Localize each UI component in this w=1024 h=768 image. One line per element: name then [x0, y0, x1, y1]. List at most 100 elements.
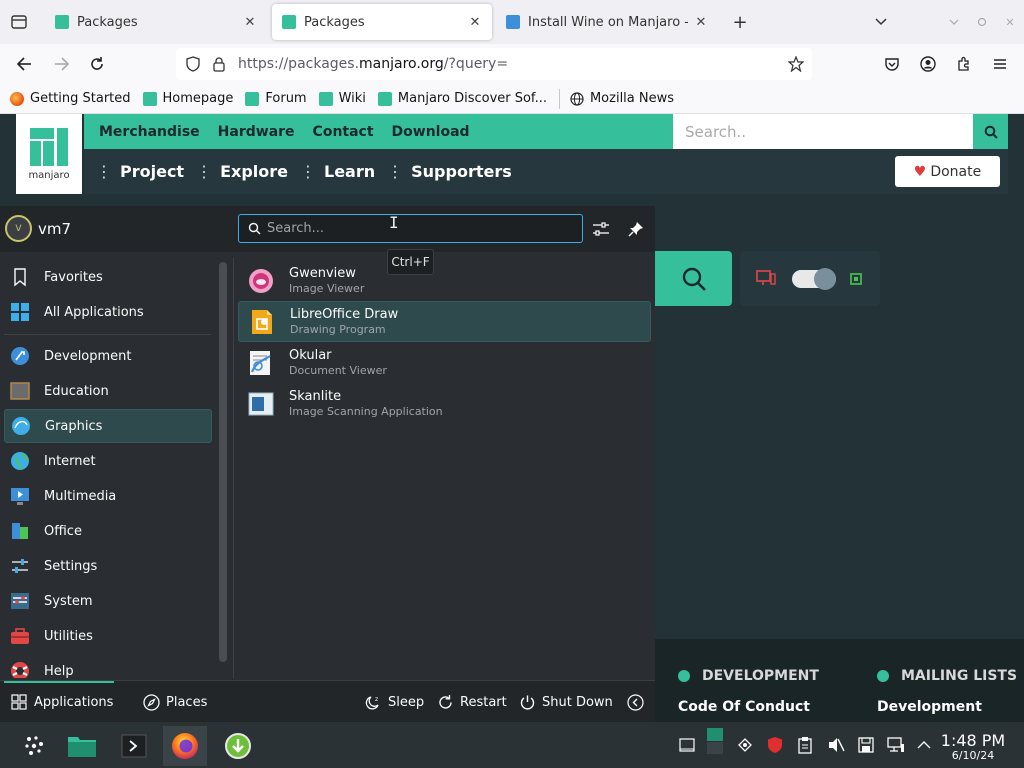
chip-icon[interactable]: [848, 271, 864, 287]
category-settings[interactable]: Settings: [4, 549, 212, 583]
tab-places[interactable]: Places: [142, 681, 207, 723]
menu-contact[interactable]: Contact: [313, 124, 374, 140]
app-okular[interactable]: Okular Document Viewer: [238, 342, 651, 383]
taskbar-terminal[interactable]: [112, 726, 156, 766]
search-input[interactable]: [267, 221, 567, 236]
menu-merchandise[interactable]: Merchandise: [99, 124, 200, 140]
shutdown-button[interactable]: Shut Down: [518, 681, 613, 723]
back-arrow-icon[interactable]: [12, 53, 36, 75]
launcher-search-field[interactable]: [238, 214, 583, 243]
category-education[interactable]: Education: [4, 374, 212, 408]
close-tab-icon[interactable]: ✕: [468, 15, 482, 30]
launcher-footer: Applications Places z Sleep Restart Shut…: [0, 680, 655, 722]
arch-toggle-switch[interactable]: [792, 268, 836, 290]
firefox-icon: [10, 91, 24, 106]
hamburger-menu-icon[interactable]: [990, 53, 1010, 75]
tab-applications[interactable]: Applications: [10, 681, 113, 723]
site-search-input[interactable]: Search..: [673, 114, 973, 149]
forward-arrow-icon[interactable]: [50, 53, 74, 75]
shield-icon[interactable]: [184, 54, 202, 74]
app-skanlite[interactable]: Skanlite Image Scanning Application: [238, 383, 651, 424]
new-tab-plus-icon[interactable]: +: [729, 12, 751, 33]
pin-icon[interactable]: [625, 218, 647, 240]
application-launcher: V vm7 I Ctrl+F Favorites All Application…: [0, 206, 655, 722]
extensions-icon[interactable]: [954, 53, 974, 75]
menu-project[interactable]: Project: [120, 162, 184, 181]
menu-hardware[interactable]: Hardware: [218, 124, 295, 140]
clock-time[interactable]: 1:48 PM: [938, 731, 1008, 750]
package-search-button[interactable]: [655, 251, 732, 306]
lock-icon[interactable]: [210, 54, 228, 74]
virtual-desktop-pager[interactable]: [705, 728, 725, 754]
clock-date[interactable]: 6/10/24: [938, 749, 1008, 762]
bookmark-wiki[interactable]: Wiki: [318, 91, 366, 106]
category-development[interactable]: Development: [4, 339, 212, 373]
menu-explore[interactable]: Explore: [220, 162, 288, 181]
tray-expand-chevron-up-icon[interactable]: [914, 735, 934, 755]
close-tab-icon[interactable]: ✕: [694, 15, 708, 30]
avatar[interactable]: V: [5, 215, 32, 242]
app-gwenview[interactable]: Gwenview Image Viewer: [238, 260, 651, 301]
category-all-applications[interactable]: All Applications: [4, 295, 212, 329]
close-tab-icon[interactable]: ✕: [243, 15, 257, 30]
menu-learn[interactable]: Learn: [324, 162, 375, 181]
reload-icon[interactable]: [85, 53, 109, 75]
bookmark-manjaro-discover[interactable]: Manjaro Discover Sof...: [377, 91, 547, 106]
url-bar[interactable]: https://packages.manjaro.org/?query=: [176, 48, 812, 80]
configure-icon[interactable]: [590, 218, 612, 240]
clipboard-icon[interactable]: [795, 735, 815, 755]
site-search-button[interactable]: [973, 114, 1008, 149]
bookmark-forum[interactable]: Forum: [245, 91, 307, 106]
category-utilities[interactable]: Utilities: [4, 619, 212, 653]
chevron-down-icon[interactable]: [870, 12, 892, 32]
maximize-window-icon[interactable]: [974, 12, 990, 32]
category-help[interactable]: Help: [4, 654, 212, 678]
bookmark-star-icon[interactable]: [786, 54, 806, 74]
category-favorites[interactable]: Favorites: [4, 260, 212, 294]
show-desktop-icon[interactable]: [677, 735, 697, 755]
bookmark-mozilla-news[interactable]: Mozilla News: [570, 91, 674, 106]
browser-tab-active[interactable]: Packages ✕: [272, 4, 492, 40]
network-icon[interactable]: [886, 735, 906, 755]
tab-list-icon[interactable]: [8, 12, 30, 32]
pocket-icon[interactable]: [882, 53, 902, 75]
account-icon[interactable]: [918, 53, 938, 75]
browser-tab[interactable]: Install Wine on Manjaro - ✕: [496, 4, 718, 40]
taskbar-file-manager[interactable]: [60, 726, 104, 766]
graphics-icon: [12, 417, 30, 435]
leave-more-button[interactable]: [626, 681, 650, 723]
desktop-icon[interactable]: [756, 270, 776, 286]
footer-heading-mailing-lists: MAILING LISTS: [877, 668, 1017, 684]
browser-tab[interactable]: Packages ✕: [45, 4, 267, 40]
footer-link-code-of-conduct[interactable]: Code Of Conduct: [678, 699, 810, 715]
category-scrollbar[interactable]: [219, 262, 227, 662]
category-multimedia[interactable]: Multimedia: [4, 479, 212, 513]
manjaro-logo[interactable]: manjaro: [16, 114, 82, 194]
donate-button[interactable]: ♥ Donate: [895, 156, 1000, 187]
category-internet[interactable]: Internet: [4, 444, 212, 478]
divider: [4, 334, 211, 335]
close-window-icon[interactable]: ✕: [1002, 12, 1018, 32]
taskbar-software-updater[interactable]: [216, 726, 260, 766]
kde-connect-icon[interactable]: [735, 735, 755, 755]
bookmark-getting-started[interactable]: Getting Started: [10, 91, 131, 106]
download-update-icon: [225, 733, 251, 759]
category-office[interactable]: Office: [4, 514, 212, 548]
menu-supporters[interactable]: Supporters: [411, 162, 512, 181]
bookmark-homepage[interactable]: Homepage: [142, 91, 233, 106]
menu-download[interactable]: Download: [392, 124, 470, 140]
category-graphics[interactable]: Graphics: [4, 409, 212, 443]
folder-icon: [68, 737, 96, 757]
footer-link-development[interactable]: Development: [877, 699, 982, 715]
app-libreoffice-draw[interactable]: LibreOffice Draw Drawing Program: [238, 301, 651, 342]
restart-button[interactable]: Restart: [436, 681, 507, 723]
category-system[interactable]: System: [4, 584, 212, 618]
browser-tab-bar: Packages ✕ Packages ✕ Install Wine on Ma…: [0, 0, 1024, 44]
minimize-window-icon[interactable]: [946, 12, 962, 32]
disk-icon[interactable]: [856, 735, 876, 755]
volume-muted-icon[interactable]: [826, 735, 846, 755]
launcher-button[interactable]: [12, 726, 56, 766]
taskbar-firefox[interactable]: [163, 726, 207, 766]
sleep-button[interactable]: z Sleep: [364, 681, 424, 723]
security-shield-icon[interactable]: [765, 735, 785, 755]
